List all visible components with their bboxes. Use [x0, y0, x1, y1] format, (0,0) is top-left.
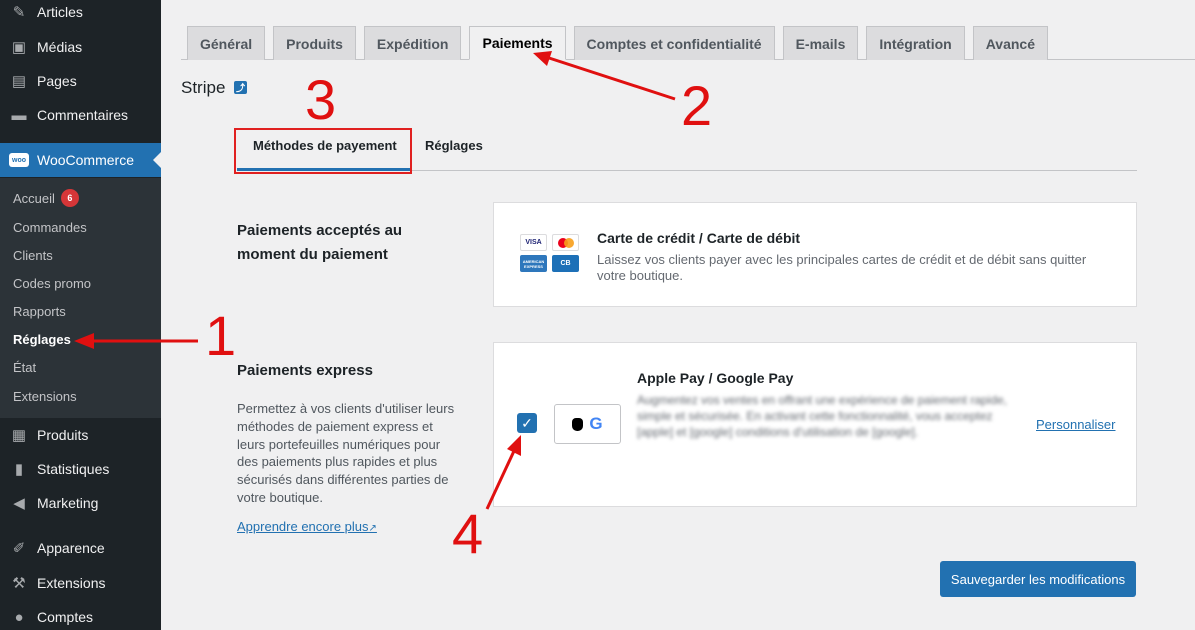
menu-label: Commentaires	[37, 107, 129, 123]
save-button[interactable]: Sauvegarder les modifications	[940, 561, 1136, 597]
tab-emails[interactable]: E-mails	[782, 26, 859, 60]
pin-icon: ✎	[12, 4, 26, 21]
credit-card-title: Carte de crédit / Carte de débit	[597, 230, 801, 246]
subtab-reglages[interactable]: Réglages	[425, 138, 483, 153]
products-icon: ▦	[11, 427, 27, 444]
amex-icon: AMERICAN EXPRESS	[520, 255, 547, 272]
menu-label: Produits	[37, 427, 89, 443]
menu-label: Articles	[37, 4, 83, 20]
admin-sidebar: ✎ Articles ▣ Médias ▤ Pages ▬ Commentaires w…	[0, 0, 161, 630]
menu-item-marketing[interactable]: ◀ Marketing	[0, 486, 161, 520]
annotation-number-2: 2	[681, 74, 713, 137]
apple-icon	[572, 417, 584, 431]
plugin-icon: ⚒	[12, 575, 26, 592]
submenu-item-rapports[interactable]: Rapports	[13, 301, 66, 321]
page-title: Stripe	[181, 78, 226, 97]
megaphone-icon: ◀	[13, 495, 25, 512]
woocommerce-icon: woo	[9, 150, 29, 170]
submenu-label: Réglages	[13, 331, 71, 347]
submenu-label: Commandes	[13, 219, 87, 235]
learn-more-label: Apprendre encore plus	[237, 519, 369, 534]
learn-more-link[interactable]: Apprendre encore plus↗	[237, 519, 377, 534]
express-description-blurred: Augmentez vos ventes en offrant une expé…	[637, 393, 1008, 439]
customize-link[interactable]: Personnaliser	[1036, 417, 1116, 432]
menu-item-comments[interactable]: ▬ Commentaires	[0, 98, 161, 132]
wallet-icons: G	[554, 404, 621, 444]
menu-item-medias[interactable]: ▣ Médias	[0, 30, 161, 64]
submenu-item-commandes[interactable]: Commandes	[13, 217, 87, 237]
tab-expedition[interactable]: Expédition	[363, 26, 462, 60]
express-payments-description: Permettez à vos clients d'utiliser leurs…	[237, 401, 455, 505]
credit-card-method-card: VISA AMERICAN EXPRESS CB Carte de crédit…	[493, 202, 1137, 307]
menu-item-extensions[interactable]: ⚒ Extensions	[0, 566, 161, 600]
submenu-label: Clients	[13, 247, 53, 263]
submenu-item-clients[interactable]: Clients	[13, 245, 53, 265]
submenu-item-accueil[interactable]: Accueil 6	[13, 188, 79, 208]
cb-icon: CB	[552, 255, 579, 272]
submenu-label: Accueil	[13, 190, 55, 206]
external-link-icon: ↗	[368, 523, 377, 534]
woo-logo: woo	[9, 153, 29, 167]
media-icon: ▣	[11, 39, 27, 56]
annotation-arrows	[74, 51, 676, 510]
user-icon: ●	[14, 608, 24, 626]
tab-paiements[interactable]: Paiements	[469, 26, 566, 60]
accepted-payments-heading: Paiements acceptés au moment du paiement	[237, 222, 403, 263]
menu-item-pages[interactable]: ▤ Pages	[0, 64, 161, 98]
stats-icon: ▮	[14, 461, 24, 478]
menu-item-comptes[interactable]: ● Comptes	[0, 600, 161, 630]
menu-label: Pages	[37, 73, 77, 89]
current-arrow	[153, 152, 161, 168]
menu-label: Médias	[37, 39, 83, 55]
enable-express-checkbox[interactable]: ✓	[517, 413, 537, 433]
mastercard-icon	[552, 234, 579, 251]
brush-icon: ✐	[12, 540, 26, 557]
tab-general[interactable]: Général	[187, 26, 266, 60]
annotation-highlight-box	[234, 128, 412, 174]
tab-integration[interactable]: Intégration	[866, 26, 965, 60]
submenu-item-reglages[interactable]: Réglages	[13, 329, 71, 349]
submenu-label: Codes promo	[13, 275, 92, 291]
express-payments-heading: Paiements express	[237, 362, 373, 379]
woocommerce-submenu: Accueil 6 Commandes Clients Codes promo R…	[0, 178, 161, 418]
submenu-label: Rapports	[13, 303, 66, 319]
menu-item-produits[interactable]: ▦ Produits	[0, 418, 161, 452]
menu-label: Comptes	[37, 609, 94, 625]
tab-produits[interactable]: Produits	[273, 26, 356, 60]
submenu-item-etat[interactable]: État	[13, 357, 36, 377]
notification-badge: 6	[60, 189, 79, 207]
submenu-label: État	[13, 359, 37, 375]
menu-item-articles[interactable]: ✎ Articles	[0, 0, 161, 29]
annotation-number-4: 4	[452, 502, 484, 565]
credit-card-description: Laissez vos clients payer avec les princ…	[597, 252, 1087, 283]
annotation-number-1: 1	[205, 304, 237, 367]
menu-item-woocommerce[interactable]: woo WooCommerce	[0, 143, 161, 177]
visa-icon: VISA	[520, 234, 547, 251]
tab-avance[interactable]: Avancé	[972, 26, 1049, 60]
menu-item-apparence[interactable]: ✐ Apparence	[0, 531, 161, 565]
menu-label: WooCommerce	[37, 152, 134, 168]
google-icon: G	[589, 414, 603, 433]
menu-label: Extensions	[37, 575, 106, 591]
check-icon: ✓	[521, 414, 533, 431]
settings-tabs: Général Produits Expédition Paiements Co…	[187, 26, 1056, 60]
pages-icon: ▤	[11, 73, 27, 90]
menu-label: Marketing	[37, 495, 99, 511]
submenu-item-codes-promo[interactable]: Codes promo	[13, 273, 91, 293]
submenu-item-extensions[interactable]: Extensions	[13, 386, 77, 406]
comments-icon: ▬	[11, 106, 27, 124]
menu-label: Statistiques	[37, 461, 110, 477]
submenu-label: Extensions	[13, 388, 77, 404]
express-title: Apple Pay / Google Pay	[637, 370, 794, 386]
menu-label: Apparence	[37, 540, 105, 556]
arrow-2	[545, 55, 676, 101]
menu-item-statistiques[interactable]: ▮ Statistiques	[0, 452, 161, 486]
tab-comptes-confidentialite[interactable]: Comptes et confidentialité	[573, 26, 775, 60]
return-icon[interactable]: ⤴	[234, 81, 247, 94]
annotation-number-3: 3	[305, 68, 337, 131]
